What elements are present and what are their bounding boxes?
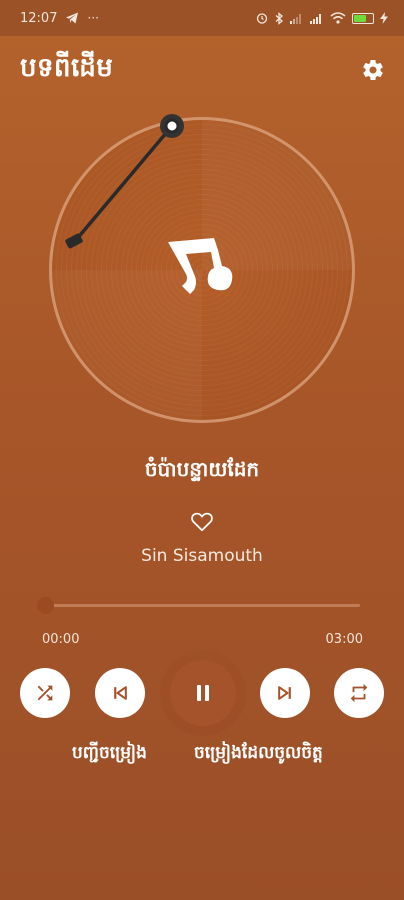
pause-icon [197, 685, 209, 701]
charging-icon [380, 12, 388, 24]
signal-icon [310, 14, 321, 24]
favorites-link[interactable]: ចម្រៀងដែលចូលចិត្ត [194, 742, 323, 767]
shuffle-icon [37, 685, 53, 701]
skip-previous-icon [114, 686, 127, 700]
heart-icon [191, 512, 213, 532]
status-right [256, 11, 388, 25]
settings-button[interactable] [356, 53, 390, 87]
shuffle-button[interactable] [20, 668, 70, 718]
artist-name: Sin Sisamouth [141, 546, 263, 566]
wifi-icon [330, 12, 346, 24]
battery-icon [352, 12, 374, 24]
time-current: 00:00 [42, 632, 80, 647]
playlist-link[interactable]: បញ្ជីចម្រៀង [72, 742, 147, 767]
status-time: 12:07 [20, 10, 58, 26]
progress-bar[interactable] [40, 604, 360, 607]
repeat-button[interactable] [334, 668, 384, 718]
song-title: ចំប៉ាបន្ទាយដែក [144, 457, 260, 481]
previous-button[interactable] [95, 668, 145, 718]
skip-next-icon [278, 686, 291, 700]
page-title: បទពីដើម [20, 53, 114, 83]
album-disc [49, 117, 355, 423]
progress-thumb[interactable] [37, 597, 54, 614]
alarm-icon [256, 13, 268, 24]
status-left: 12:07 ··· [20, 11, 99, 26]
gear-icon [363, 60, 383, 80]
repeat-icon [350, 683, 368, 703]
time-total: 03:00 [325, 632, 363, 647]
music-note-icon [168, 238, 233, 294]
play-pause-button[interactable] [170, 660, 236, 726]
more-dots-icon: ··· [87, 11, 99, 25]
like-button[interactable] [189, 508, 215, 534]
signal-weak-icon [290, 14, 301, 24]
telegram-icon [66, 12, 79, 24]
status-bar: 12:07 ··· [0, 0, 404, 36]
header: បទពីដើម [20, 48, 384, 92]
next-button[interactable] [260, 668, 310, 718]
bluetooth-icon [275, 11, 283, 25]
